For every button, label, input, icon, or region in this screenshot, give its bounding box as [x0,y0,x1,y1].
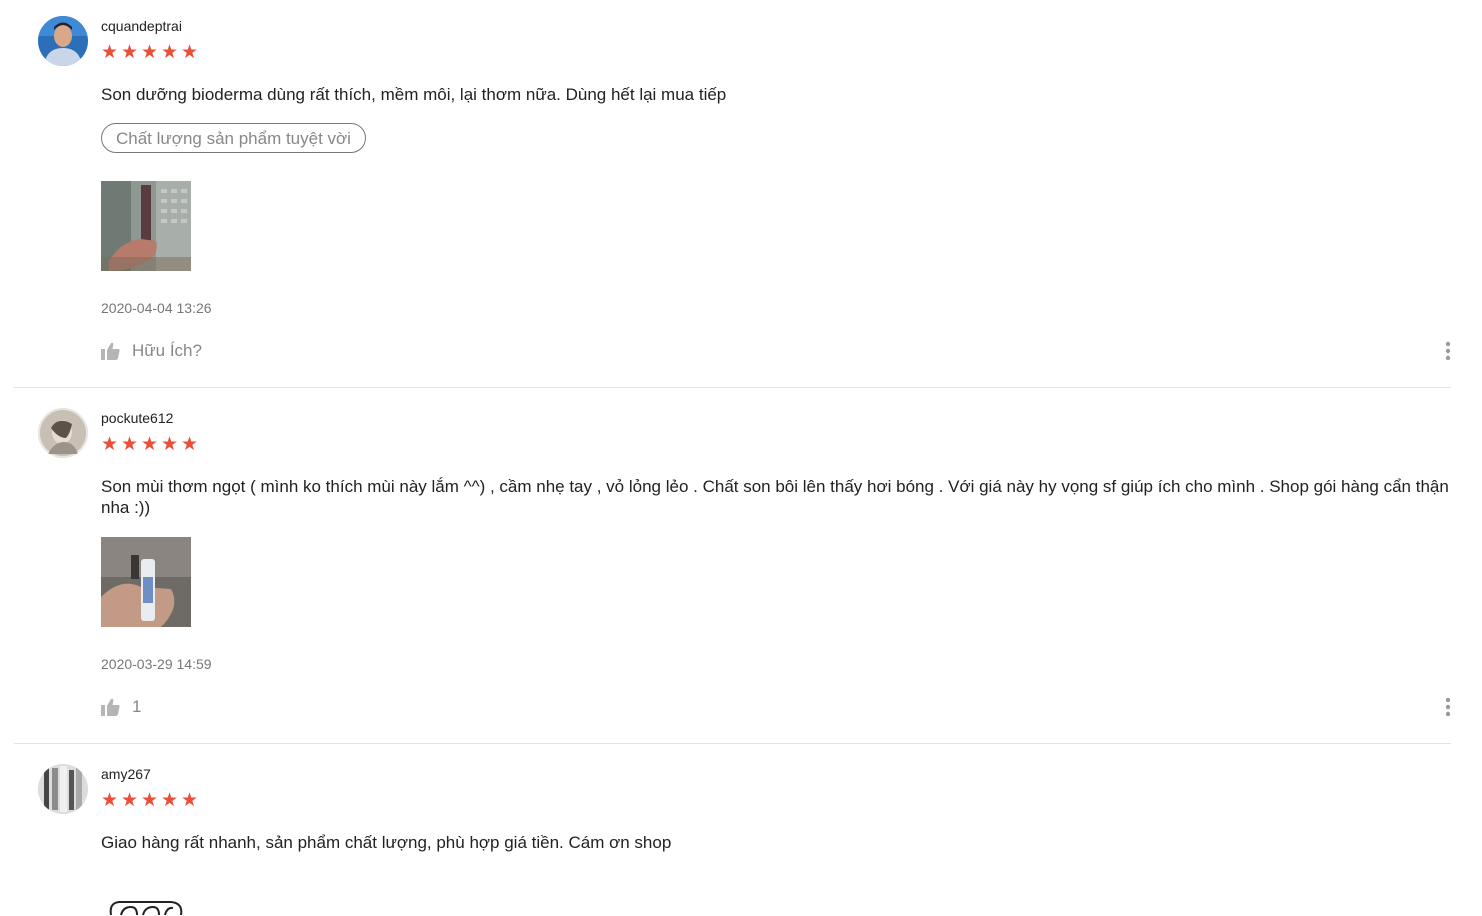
star-icon: ★ [161,434,179,455]
avatar[interactable] [38,764,88,814]
review-photo[interactable] [101,181,191,271]
review-date: 2020-03-29 14:59 [101,656,212,672]
star-icon: ★ [121,434,139,455]
like-button[interactable]: Hữu Ích? [101,340,202,362]
thumbs-up-icon [101,342,120,360]
more-vertical-icon[interactable] [1440,696,1456,718]
more-vertical-icon[interactable] [1440,340,1456,362]
divider [14,387,1451,388]
star-icon: ★ [181,42,199,63]
star-icon: ★ [161,790,179,811]
star-icon: ★ [141,790,159,811]
review-date: 2020-04-04 13:26 [101,300,212,316]
review-photo[interactable] [101,537,191,627]
username[interactable]: pockute612 [101,410,173,426]
star-icon: ★ [161,42,179,63]
review-comment: Son dưỡng bioderma dùng rất thích, mềm m… [101,85,727,104]
star-icon: ★ [181,434,199,455]
star-icon: ★ [141,42,159,63]
star-icon: ★ [101,434,119,455]
star-icon: ★ [101,790,119,811]
avatar[interactable] [38,408,88,458]
review-comment: Son mùi thơm ngọt ( mình ko thích mùi nà… [101,477,1449,517]
like-count: 1 [132,697,142,716]
username[interactable]: cquandeptrai [101,18,182,34]
avatar[interactable] [38,16,88,66]
like-button[interactable]: 1 [101,696,141,718]
star-icon: ★ [121,42,139,63]
divider [14,743,1451,744]
rating-stars: ★ ★ ★ ★ ★ [101,790,199,811]
like-label: Hữu Ích? [132,341,202,360]
username[interactable]: amy267 [101,766,151,782]
rating-stars: ★ ★ ★ ★ ★ [101,42,199,63]
star-icon: ★ [181,790,199,811]
review-photo[interactable] [101,893,191,916]
star-icon: ★ [101,42,119,63]
rating-stars: ★ ★ ★ ★ ★ [101,434,199,455]
star-icon: ★ [141,434,159,455]
thumbs-up-icon [101,698,120,716]
star-icon: ★ [121,790,139,811]
review-tag: Chất lượng sản phẩm tuyệt vời [101,123,366,153]
review-comment: Giao hàng rất nhanh, sản phẩm chất lượng… [101,833,672,852]
